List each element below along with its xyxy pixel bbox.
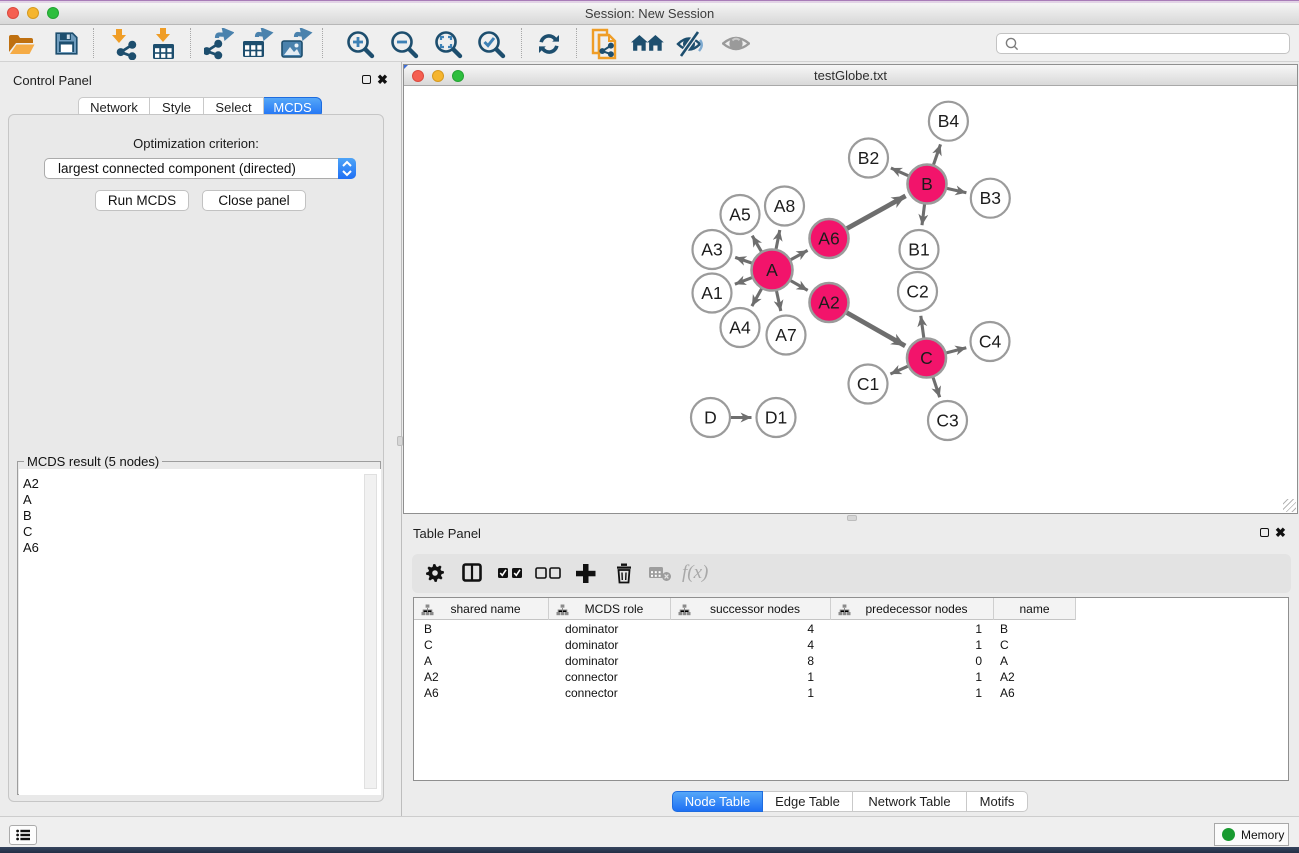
svg-text:B3: B3: [980, 188, 1001, 208]
svg-text:B4: B4: [938, 111, 960, 131]
svg-text:A2: A2: [818, 293, 839, 313]
svg-text:C3: C3: [936, 411, 958, 431]
svg-text:A5: A5: [729, 205, 750, 225]
svg-text:A4: A4: [729, 318, 751, 338]
svg-text:C4: C4: [979, 332, 1002, 352]
svg-text:B: B: [921, 174, 933, 194]
svg-text:A6: A6: [818, 229, 839, 249]
svg-text:A1: A1: [701, 283, 722, 303]
svg-text:C2: C2: [906, 282, 928, 302]
svg-text:B2: B2: [858, 148, 879, 168]
svg-text:A3: A3: [701, 240, 722, 260]
svg-text:C1: C1: [857, 374, 879, 394]
svg-text:A7: A7: [775, 325, 796, 345]
svg-text:A8: A8: [774, 196, 795, 216]
svg-text:C: C: [920, 348, 933, 368]
svg-text:B1: B1: [908, 240, 929, 260]
svg-text:D1: D1: [765, 408, 787, 428]
svg-text:D: D: [704, 408, 717, 428]
svg-text:A: A: [766, 260, 778, 280]
